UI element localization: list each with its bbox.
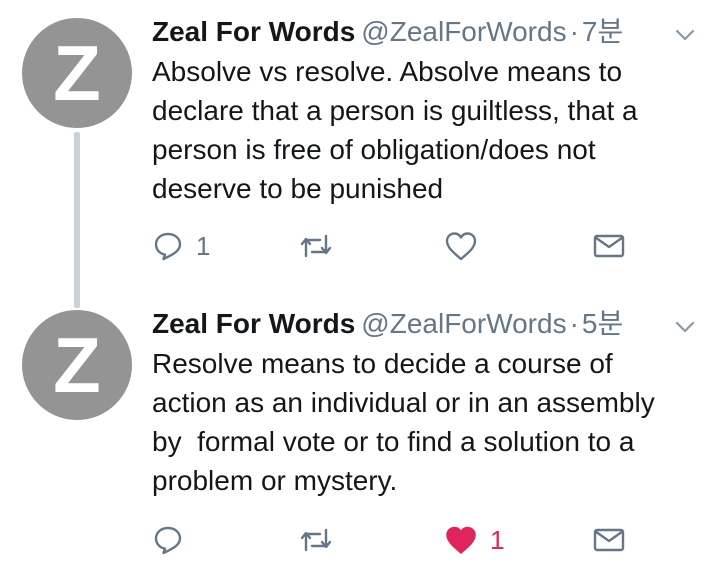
timestamp[interactable]: 7분 bbox=[582, 16, 623, 47]
retweet-icon bbox=[298, 524, 334, 556]
timestamp[interactable]: 5분 bbox=[582, 308, 623, 339]
like-button[interactable]: 1 bbox=[444, 520, 504, 560]
tweet[interactable]: Z Zeal For Words @ZealForWords · 5분 Resolve… bbox=[0, 292, 720, 568]
separator-dot: · bbox=[569, 16, 579, 47]
retweet-button[interactable] bbox=[298, 520, 346, 560]
tweet-actions: 1 bbox=[152, 520, 672, 560]
retweet-button[interactable] bbox=[298, 226, 346, 266]
author-handle[interactable]: @ZealForWords bbox=[361, 16, 566, 47]
envelope-icon bbox=[592, 232, 626, 260]
avatar[interactable]: Z bbox=[22, 18, 132, 128]
chevron-down-icon[interactable] bbox=[674, 24, 696, 46]
tweet[interactable]: Z Zeal For Words @ZealForWords · 7분 Absolve… bbox=[0, 0, 720, 308]
tweet-text: Absolve vs resolve. Absolve means to dec… bbox=[152, 56, 638, 204]
tweet-text: Resolve means to decide a course of acti… bbox=[152, 348, 655, 496]
reply-count: 1 bbox=[196, 230, 211, 261]
reply-icon bbox=[152, 230, 184, 262]
retweet-icon bbox=[298, 230, 334, 262]
heart-icon bbox=[444, 230, 478, 262]
like-count: 1 bbox=[490, 524, 505, 555]
author-name[interactable]: Zeal For Words bbox=[152, 308, 355, 339]
direct-message-button[interactable] bbox=[592, 226, 626, 266]
avatar-letter: Z bbox=[53, 321, 101, 409]
reply-button[interactable] bbox=[152, 520, 196, 560]
author-name[interactable]: Zeal For Words bbox=[152, 16, 355, 47]
envelope-icon bbox=[592, 526, 626, 554]
avatar[interactable]: Z bbox=[22, 310, 132, 420]
separator-dot: · bbox=[569, 308, 579, 339]
tweet-actions: 1 bbox=[152, 226, 672, 266]
avatar-letter: Z bbox=[53, 29, 101, 117]
thread-connector-line bbox=[74, 132, 80, 308]
reply-button[interactable]: 1 bbox=[152, 226, 210, 266]
like-button[interactable] bbox=[444, 226, 490, 266]
tweet-header: Zeal For Words @ZealForWords · 5분 bbox=[152, 304, 700, 344]
heart-icon bbox=[444, 524, 478, 556]
reply-icon bbox=[152, 524, 184, 556]
direct-message-button[interactable] bbox=[592, 520, 626, 560]
tweet-header: Zeal For Words @ZealForWords · 7분 bbox=[152, 12, 700, 52]
chevron-down-icon[interactable] bbox=[674, 316, 696, 338]
author-handle[interactable]: @ZealForWords bbox=[361, 308, 566, 339]
